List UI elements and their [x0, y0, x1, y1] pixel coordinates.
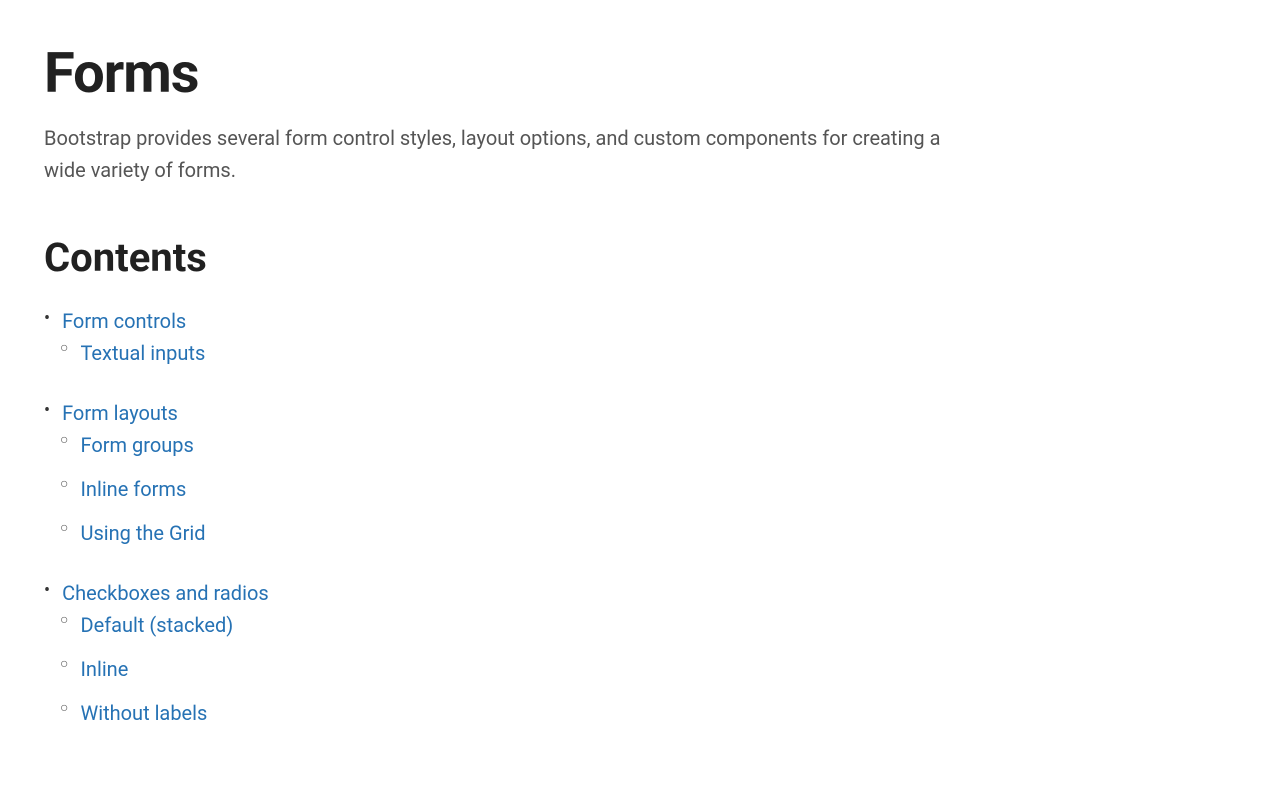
contents-link-0[interactable]: Form controls: [62, 305, 186, 337]
bullet-open-icon: ○: [60, 517, 68, 541]
sub-link-1-2[interactable]: Using the Grid: [80, 517, 205, 549]
page-title: Forms: [44, 40, 1220, 106]
sub-item-0-0: ○ Textual inputs: [60, 337, 205, 369]
bullet-filled-icon: •: [44, 305, 50, 334]
contents-item-2: •Checkboxes and radios○Default (stacked)…: [44, 577, 1220, 741]
sub-item-1-1: ○ Inline forms: [60, 473, 206, 505]
sub-list-2: ○ Default (stacked) ○ Inline ○ Without labels: [60, 609, 233, 741]
sub-link-2-0[interactable]: Default (stacked): [80, 609, 233, 641]
contents-link-2[interactable]: Checkboxes and radios: [62, 577, 269, 609]
bullet-open-icon: ○: [60, 429, 68, 453]
sub-list-0: ○ Textual inputs: [60, 337, 205, 381]
sub-link-2-2[interactable]: Without labels: [80, 697, 207, 729]
bullet-filled-icon: •: [44, 397, 50, 426]
bullet-open-icon: ○: [60, 337, 68, 361]
page-description: Bootstrap provides several form control …: [44, 122, 944, 186]
contents-list: •Form controls○Textual inputs•Form layou…: [44, 305, 1220, 741]
bullet-open-icon: ○: [60, 697, 68, 721]
bullet-open-icon: ○: [60, 473, 68, 497]
sub-link-2-1[interactable]: Inline: [80, 653, 128, 685]
bullet-open-icon: ○: [60, 609, 68, 633]
sub-list-1: ○ Form groups ○ Inline forms ○ Using the Grid: [60, 429, 206, 561]
sub-link-1-0[interactable]: Form groups: [80, 429, 193, 461]
sub-item-1-2: ○ Using the Grid: [60, 517, 206, 549]
contents-heading: Contents: [44, 234, 1220, 281]
sub-item-2-1: ○ Inline: [60, 653, 233, 685]
sub-link-1-1[interactable]: Inline forms: [80, 473, 186, 505]
sub-item-1-0: ○ Form groups: [60, 429, 206, 461]
sub-item-2-0: ○ Default (stacked): [60, 609, 233, 641]
sub-item-2-2: ○ Without labels: [60, 697, 233, 729]
contents-item-0: • Form controls○ Textual inputs: [44, 305, 1220, 381]
bullet-open-icon: ○: [60, 653, 68, 677]
contents-item-1: •Form layouts○Form groups○Inline forms○U…: [44, 397, 1220, 561]
bullet-filled-icon: •: [44, 577, 50, 606]
sub-link-0-0[interactable]: Textual inputs: [80, 337, 205, 369]
contents-link-1[interactable]: Form layouts: [62, 397, 178, 429]
